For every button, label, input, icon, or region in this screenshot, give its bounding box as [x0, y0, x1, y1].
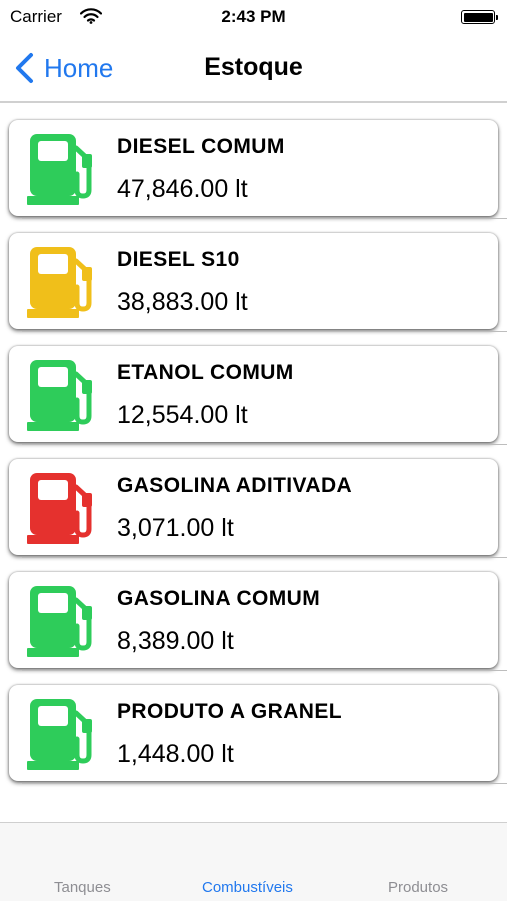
status-time: 2:43 PM	[221, 7, 286, 26]
product-card[interactable]: GASOLINA ADITIVADA 3,071.00 lt	[9, 459, 498, 555]
product-quantity: 1,448.00 lt	[117, 740, 234, 768]
fuel-pump-icon	[27, 247, 92, 318]
product-name: DIESEL S10	[117, 248, 240, 271]
nav-divider	[0, 101, 507, 103]
product-name: ETANOL COMUM	[117, 361, 294, 384]
navigation-bar: Home Estoque	[0, 36, 507, 101]
product-quantity: 38,883.00 lt	[117, 288, 248, 316]
list-item: DIESEL S10 38,883.00 lt	[0, 219, 507, 332]
page-title: Estoque	[204, 53, 303, 81]
status-bar: Carrier 2:43 PM	[0, 0, 507, 36]
product-quantity: 47,846.00 lt	[117, 175, 248, 203]
product-name: GASOLINA ADITIVADA	[117, 474, 353, 497]
product-card[interactable]: PRODUTO A GRANEL 1,448.00 lt	[9, 685, 498, 781]
product-card[interactable]: ETANOL COMUM 12,554.00 lt	[9, 346, 498, 442]
list-item: PRODUTO A GRANEL 1,448.00 lt	[0, 671, 507, 784]
stock-list: DIESEL COMUM 47,846.00 lt DIESEL S10 38,883…	[0, 106, 507, 784]
product-quantity: 3,071.00 lt	[117, 514, 234, 542]
tab-combustiveis[interactable]: Combustíveis	[202, 879, 293, 896]
fuel-pump-icon	[27, 699, 92, 770]
product-quantity: 8,389.00 lt	[117, 627, 234, 655]
list-item: ETANOL COMUM 12,554.00 lt	[0, 332, 507, 445]
product-name: DIESEL COMUM	[117, 135, 285, 158]
tab-produtos[interactable]: Produtos	[388, 879, 448, 896]
fuel-pump-icon	[27, 360, 92, 431]
list-item: DIESEL COMUM 47,846.00 lt	[0, 106, 507, 219]
product-card[interactable]: DIESEL S10 38,883.00 lt	[9, 233, 498, 329]
product-name: GASOLINA COMUM	[117, 587, 321, 610]
battery-icon	[461, 10, 498, 24]
list-item: GASOLINA ADITIVADA 3,071.00 lt	[0, 445, 507, 558]
fuel-pump-icon	[27, 134, 92, 205]
tab-bar: Tanques Combustíveis Produtos	[0, 822, 507, 901]
tab-tanques[interactable]: Tanques	[54, 879, 111, 896]
product-quantity: 12,554.00 lt	[117, 401, 248, 429]
product-card[interactable]: GASOLINA COMUM 8,389.00 lt	[9, 572, 498, 668]
fuel-pump-icon	[27, 586, 92, 657]
list-item: GASOLINA COMUM 8,389.00 lt	[0, 558, 507, 671]
fuel-pump-icon	[27, 473, 92, 544]
product-name: PRODUTO A GRANEL	[117, 700, 342, 723]
product-card[interactable]: DIESEL COMUM 47,846.00 lt	[9, 120, 498, 216]
